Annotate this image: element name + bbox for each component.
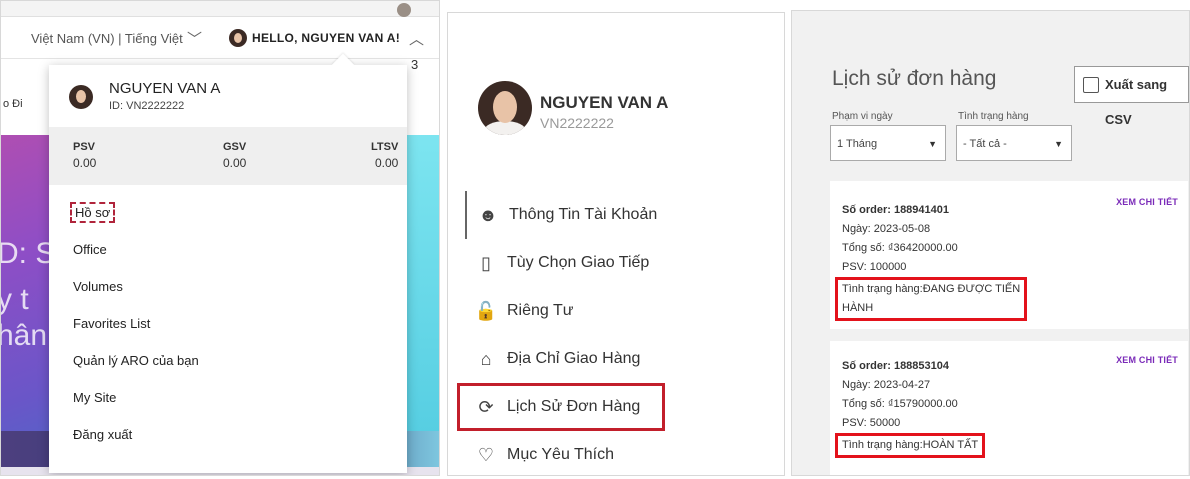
order-date: Ngày: 2023-04-27 (842, 379, 931, 391)
order-total: Tổng số: ₫15790000.00 (842, 398, 958, 410)
user-name: NGUYEN VAN A (109, 80, 221, 97)
nav-item-favorites[interactable]: ♡ Mục Yêu Thích (465, 431, 775, 479)
hero-fragment-text: hân (0, 319, 48, 352)
nav-item-shipping-address[interactable]: ⌂ Địa Chỉ Giao Hàng (465, 335, 775, 383)
order-status-line: HÀNH (842, 302, 874, 314)
account-nav: ☻ Thông Tin Tài Khoản ▯ Tùy Chọn Giao Ti… (457, 191, 775, 479)
status-filter-select[interactable]: - Tất cả - ▼ (956, 125, 1072, 161)
stat-value: 0.00 (223, 156, 247, 170)
avatar (478, 81, 532, 135)
avatar (229, 29, 247, 47)
stat-label: GSV (223, 141, 247, 153)
nav-item-order-history[interactable]: ⟳ Lịch Sử Đơn Hàng (457, 383, 665, 431)
hero-fragment-text: D: S (0, 237, 56, 270)
nav-item-label: Địa Chỉ Giao Hàng (507, 350, 641, 367)
nav-item-label: Lịch Sử Đơn Hàng (507, 398, 641, 415)
dropdown-items: Hồ sơ Office Volumes Favorites List Quản… (49, 185, 407, 458)
stat-value: 0.00 (374, 156, 399, 170)
nav-item-privacy[interactable]: 🔓 Riêng Tư (465, 287, 775, 335)
order-status-line: Tình trạng hàng:ĐANG ĐƯỢC TIẾN (842, 283, 1021, 295)
order-history-panel: Lịch sử đơn hàng Xuất sang CSV Phạm vi n… (791, 10, 1190, 476)
export-csv-button[interactable]: Xuất sang CSV (1074, 66, 1189, 127)
date-range-label: Phạm vi ngày (832, 111, 893, 122)
avatar (69, 85, 93, 109)
account-dropdown-panel: o Đi 3 D: S y t hân Việt Nam (VN) | Tiến… (0, 0, 440, 476)
nav-item-account-info[interactable]: ☻ Thông Tin Tài Khoản (465, 191, 775, 239)
stat-value: 0.00 (73, 156, 97, 170)
caret-down-icon: ▼ (928, 139, 937, 149)
avatar-shirt (484, 121, 526, 135)
avatar-face (493, 91, 517, 123)
user-id: ID: VN2222222 (109, 100, 185, 112)
chevron-down-icon[interactable]: ﹀ (187, 28, 202, 49)
page-title: Lịch sử đơn hàng (832, 67, 997, 90)
export-csv-label: Xuất sang CSV (1105, 77, 1168, 127)
menu-item-profile[interactable]: Hồ sơ (49, 199, 407, 236)
nav-item-label: Tùy Chọn Giao Tiếp (507, 254, 650, 271)
stat-label: PSV (73, 141, 96, 153)
history-icon: ⟳ (478, 397, 494, 417)
date-range-select[interactable]: 1 Tháng ▼ (830, 125, 946, 161)
order-card: XEM CHI TIẾT Số order: 188941401 Ngày: 2… (830, 181, 1188, 329)
status-filter-value: - Tất cả - (963, 138, 1007, 150)
account-greeting[interactable]: HELLO, NGUYEN VAN A! (252, 31, 400, 45)
order-status: Tình trạng hàng:HOÀN TẤT (835, 433, 986, 458)
hero-fragment-text: o Đi (3, 98, 23, 110)
menu-item-aro[interactable]: Quản lý ARO của bạn (49, 347, 407, 384)
header-top-strip (1, 1, 439, 17)
lock-icon: 🔓 (474, 301, 498, 321)
stat-label: LTSV (371, 141, 399, 153)
menu-item-logout[interactable]: Đăng xuất (49, 421, 407, 458)
status-filter-label: Tình trạng hàng (958, 111, 1029, 122)
order-psv: PSV: 100000 (842, 261, 907, 273)
stat-ltsv: LTSV 0.00 (371, 141, 398, 170)
export-icon (1083, 77, 1099, 93)
top-header-bar: Việt Nam (VN) | Tiếng Việt ﹀ HELLO, NGUY… (1, 1, 439, 59)
menu-item-favorites[interactable]: Favorites List (49, 310, 407, 347)
order-psv: PSV: 50000 (842, 417, 901, 429)
heart-icon: ♡ (477, 445, 495, 465)
nav-item-label: Mục Yêu Thích (507, 446, 615, 463)
account-dropdown-menu: NGUYEN VAN A ID: VN2222222 PSV 0.00 GSV … (49, 53, 407, 473)
date-range-value: 1 Tháng (837, 138, 878, 150)
order-date: Ngày: 2023-05-08 (842, 223, 931, 235)
view-detail-link[interactable]: XEM CHI TIẾT (1116, 355, 1178, 365)
menu-item-office[interactable]: Office (49, 236, 407, 273)
nav-item-communication[interactable]: ▯ Tùy Chọn Giao Tiếp (465, 239, 775, 287)
chevron-up-icon[interactable]: ︿ (409, 28, 424, 49)
profile-name: NGUYEN VAN A (540, 93, 669, 112)
order-status-line: Tình trạng hàng:HOÀN TẤT (842, 439, 979, 451)
profile-id: VN2222222 (540, 115, 614, 131)
home-icon: ⌂ (480, 349, 492, 369)
menu-item-label: Hồ sơ (69, 202, 116, 223)
order-card: XEM CHI TIẾT Số order: 188853104 Ngày: 2… (830, 341, 1188, 475)
stat-psv: PSV 0.00 (73, 141, 96, 170)
hero-fragment-text: y t (0, 283, 29, 316)
caret-down-icon: ▼ (1054, 139, 1063, 149)
dropdown-header: NGUYEN VAN A ID: VN2222222 (49, 65, 407, 127)
hero-fragment-number: 3 (411, 57, 419, 72)
account-sidebar-panel: NGUYEN VAN A VN2222222 ☻ Thông Tin Tài K… (447, 12, 785, 476)
nav-item-label: Thông Tin Tài Khoản (509, 206, 658, 223)
order-total: Tổng số: ₫36420000.00 (842, 242, 958, 254)
user-circle-icon: ☻ (478, 205, 498, 225)
order-status: Tình trạng hàng:ĐANG ĐƯỢC TIẾN HÀNH (835, 277, 1028, 321)
phone-icon: ▯ (481, 253, 491, 273)
menu-item-my-site[interactable]: My Site (49, 384, 407, 421)
view-detail-link[interactable]: XEM CHI TIẾT (1116, 197, 1178, 207)
nav-item-label: Riêng Tư (507, 302, 574, 319)
menu-item-volumes[interactable]: Volumes (49, 273, 407, 310)
stat-gsv: GSV 0.00 (223, 141, 246, 170)
locale-selector[interactable]: Việt Nam (VN) | Tiếng Việt (31, 31, 183, 46)
header-avatar-fragment (397, 3, 411, 17)
volume-stats: PSV 0.00 GSV 0.00 LTSV 0.00 (49, 127, 407, 185)
